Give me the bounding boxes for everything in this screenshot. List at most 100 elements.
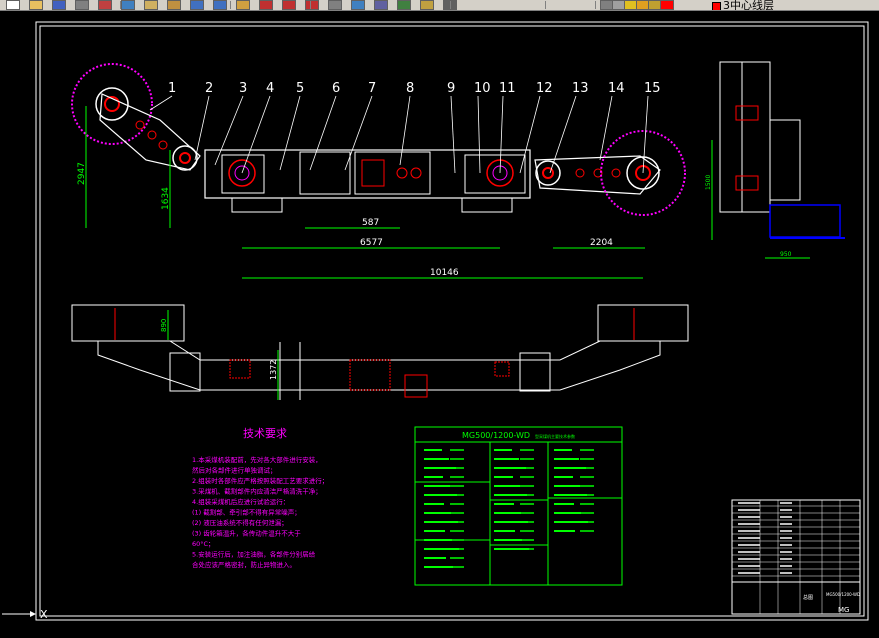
leader-line [549,95,577,174]
main-body [204,149,531,199]
tech-requirement-line: (1) 截割部、牵引部不得有异常噪声； [192,508,301,517]
match-icon[interactable] [167,0,181,10]
elevation-view: 1 2 3 4 5 6 7 8 9 10 11 12 13 14 15 2947 1634 587 6577… [71,63,686,279]
title-block-name: 总图 [803,594,813,601]
redo-icon[interactable] [213,0,227,10]
title-block: 总图 MG500/1200-WD MG [731,499,861,615]
tech-requirement-line: (3) 齿轮箱温升，各传动件温升不大于 [192,529,301,538]
arm-gear [611,168,621,178]
spec-table-title: MG500/1200-WD [462,431,530,440]
tech-requirements: 技术要求 1.本采煤机装配前，先对各大部件进行安装， 然后对各部件进行单独调试；… [192,427,328,569]
leader-line [477,95,481,174]
control-panel [361,159,385,187]
left-shoe [231,197,283,213]
zoom-realtime-icon[interactable] [259,0,273,10]
part-number-1: 1 [168,81,176,96]
ucs-icon: X [2,608,48,621]
design-center-icon[interactable] [351,0,365,10]
right-arm-pivot [535,160,561,186]
control-knob [410,167,422,179]
sheet-set-icon[interactable] [397,0,411,10]
tech-requirement-line: 4.组装采煤机后应进行试验运行： [192,497,289,506]
command-line[interactable] [0,624,879,634]
print-icon[interactable] [75,0,89,10]
tech-requirement-line: 60°C； [192,540,215,548]
tech-requirement-line: 2.组装时各部件应严格按照装配工艺要求进行； [192,476,328,485]
control-knob [396,167,408,179]
left-arm-pivot [172,145,198,171]
toolbar-separator [310,1,311,9]
new-icon[interactable] [6,0,20,10]
dim-height-body: 1634 [161,187,171,210]
tool-palette-icon[interactable] [374,0,388,10]
arm-gear [147,130,157,140]
part-number-11: 11 [499,81,516,96]
part-number-7: 7 [368,81,376,96]
paste-icon[interactable] [144,0,158,10]
leader-line [599,95,613,161]
left-drum [71,63,153,145]
dim-side-h: 1500 [705,175,712,190]
toolbar-separator [545,1,546,9]
spec-table: MG500/1200-WD 型采煤机主要技术参数 [414,426,623,586]
properties-icon[interactable] [328,0,342,10]
pan-icon[interactable] [236,0,250,10]
save-icon[interactable] [52,0,66,10]
part-number-10: 10 [474,81,491,96]
part-number-15: 15 [644,81,661,96]
dim-plan-depth: 1372 [269,360,278,380]
electrical-box [299,151,351,195]
dim-plan-width: 890 [160,319,168,332]
spec-table-subtitle: 型采煤机主要技术参数 [535,433,575,439]
arm-gear [158,140,168,150]
arm-gear [575,168,585,178]
part-number-4: 4 [266,81,274,96]
dim-span-a: 6577 [360,238,383,248]
spec-table-rows [424,449,594,568]
title-block-code: MG500/1200-WD [826,592,860,597]
dim-overall: 10146 [430,268,459,278]
title-block-label: MG [838,606,849,614]
tech-requirement-line: 3.采煤机、截割部件内应清洁严格清洗干净； [192,487,322,496]
tech-requirement-line: 合处应该严格密封，防止异物进入。 [192,560,296,569]
tech-requirements-lines: 1.本采煤机装配前，先对各大部件进行安装， 然后对各部件进行单独调试；2.组装时… [192,455,328,569]
cut-icon[interactable] [98,0,112,10]
dim-height-left: 2947 [77,162,87,185]
arm-gear [135,120,145,130]
leader-line [344,95,373,171]
tech-requirement-line: (2) 液压油系统不得有任何泄漏； [192,518,288,527]
part-number-14: 14 [608,81,625,96]
part-number-13: 13 [572,81,589,96]
open-icon[interactable] [29,0,43,10]
part-number-8: 8 [406,81,414,96]
drawing-canvas[interactable]: 1 2 3 4 5 6 7 8 9 10 11 12 13 14 15 2947 1634 587 6577… [0,10,879,634]
part-number-9: 9 [447,81,455,96]
plan-view: 890 1372 [71,304,689,400]
tech-requirement-line: 5.安装运行后，加注油脂，各部件分别居给 [192,550,316,559]
part-number-2: 2 [205,81,213,96]
leader-line [499,95,504,174]
part-number-12: 12 [536,81,553,96]
svg-text:X: X [40,608,48,621]
part-number-6: 6 [332,81,340,96]
zoom-window-icon[interactable] [282,0,296,10]
dim-mid: 587 [362,218,379,228]
tech-requirement-line: 1.本采煤机装配前，先对各大部件进行安装， [192,455,322,464]
control-box [354,151,431,195]
leader-line [241,95,271,174]
copy-icon[interactable] [121,0,135,10]
toolbar-separator [450,1,451,9]
leader-line [450,95,456,174]
toolbar-separator [595,1,596,9]
tech-requirement-line: 然后对各部件进行单独调试； [192,466,277,475]
markup-icon[interactable] [420,0,434,10]
layer-color-icon[interactable] [660,0,674,10]
part-number-labels: 1 2 3 4 5 6 7 8 9 10 11 12 13 14 15 [149,81,661,174]
undo-icon[interactable] [190,0,204,10]
zoom-previous-icon[interactable] [305,0,319,10]
leader-line [399,95,411,166]
dim-side-w: 950 [780,251,792,258]
toolbar-separator [230,1,231,9]
blue-conveyor-detail [769,204,841,238]
part-number-3: 3 [239,81,247,96]
